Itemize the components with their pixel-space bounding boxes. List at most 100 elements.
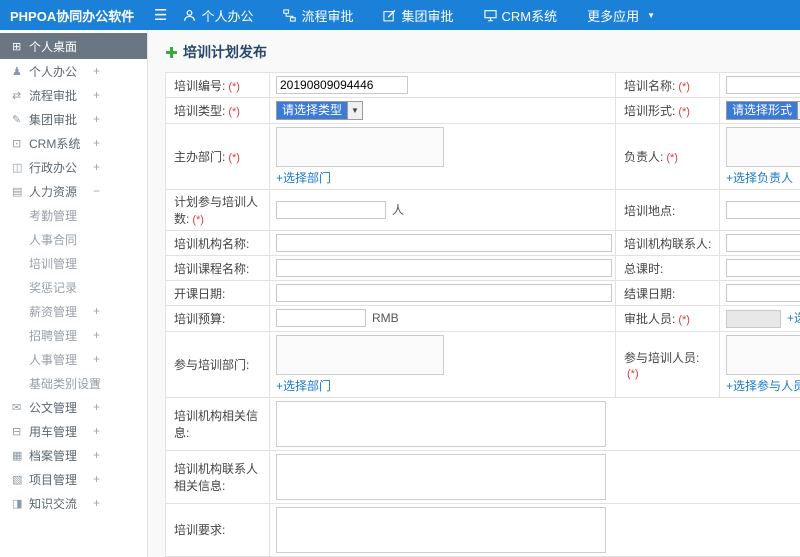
org-contact-input[interactable] — [726, 234, 800, 252]
sidebar-item-group-approval[interactable]: ✎ 集团审批 + — [0, 107, 147, 131]
required-mark: (*) — [228, 106, 240, 118]
org-contact-info-cell — [269, 449, 800, 504]
expand-icon[interactable]: + — [93, 496, 100, 510]
sidebar-item-base-category[interactable]: 基础类别设置 + — [0, 371, 147, 395]
org-contact-cell — [719, 230, 800, 256]
planned-count-cell: 人 — [269, 189, 616, 231]
sidebar-item-label: 个人办公 — [29, 64, 78, 79]
requirements-cell — [269, 502, 800, 557]
sidebar-item-rewards[interactable]: 奖惩记录 — [0, 275, 147, 299]
required-mark: (*) — [666, 152, 678, 164]
sidebar-item-vehicle[interactable]: ⊟ 用车管理 + — [0, 419, 147, 443]
expand-icon[interactable]: + — [93, 112, 100, 126]
host-dept-textarea[interactable] — [276, 127, 444, 167]
sidebar-item-hr[interactable]: ▤ 人力资源 − — [0, 179, 147, 203]
start-date-input[interactable] — [276, 284, 612, 302]
training-name-cell — [719, 72, 800, 98]
sidebar-item-personal-desktop[interactable]: ⊞ 个人桌面 — [0, 33, 147, 59]
expand-icon[interactable]: + — [93, 328, 100, 342]
expand-icon[interactable]: + — [93, 352, 100, 366]
person-icon — [184, 9, 196, 21]
sidebar-item-admin-office[interactable]: ◫ 行政办公 + — [0, 155, 147, 179]
sidebar-item-recruitment[interactable]: 招聘管理 + — [0, 323, 147, 347]
form-row-count-location: 计划参与培训人数: (*) 人 培训地点: — [165, 189, 800, 231]
select-dept-link[interactable]: +选择部门 — [276, 169, 609, 186]
budget-input[interactable] — [276, 309, 366, 328]
collapse-icon[interactable]: − — [93, 184, 100, 198]
org-name-input[interactable] — [276, 234, 612, 252]
expand-icon[interactable]: + — [93, 424, 100, 438]
nav-process-approval[interactable]: 流程审批 — [283, 6, 353, 25]
form-row-join: 参与培训部门: +选择部门 参与培训人员: (*) +选择参与人员 — [165, 330, 800, 398]
budget-label: 培训预算: — [165, 305, 270, 332]
expand-icon[interactable]: + — [93, 136, 100, 150]
expand-icon[interactable]: + — [93, 304, 100, 318]
field-label-text: 培训地点: — [624, 203, 676, 218]
nav-label: 流程审批 — [301, 8, 354, 24]
approver-input[interactable] — [726, 309, 781, 328]
form-row-budget-approver: 培训预算: RMB 审批人员:(*) +选择审批人员 — [165, 305, 800, 332]
requirements-textarea[interactable] — [276, 506, 606, 553]
sidebar-item-project[interactable]: ▧ 项目管理 + — [0, 467, 147, 491]
nav-more-apps[interactable]: 更多应用 ▼ — [587, 6, 655, 25]
nav-personal-office[interactable]: 个人办公 — [183, 6, 253, 25]
sidebar-item-crm[interactable]: ⊡ CRM系统 + — [0, 131, 147, 155]
expand-icon[interactable]: + — [93, 400, 100, 414]
location-input[interactable] — [726, 201, 800, 219]
select-join-dept-link[interactable]: +选择部门 — [276, 377, 609, 394]
sidebar-item-salary[interactable]: 薪资管理 + — [0, 299, 147, 323]
org-info-textarea[interactable] — [276, 400, 606, 447]
book-icon: ▤ — [12, 185, 23, 198]
total-hours-input[interactable] — [726, 259, 800, 277]
approver-cell: +选择审批人员 — [719, 305, 800, 332]
field-label-text: 培训预算: — [174, 311, 226, 326]
expand-icon[interactable]: + — [93, 472, 100, 486]
end-date-input[interactable] — [726, 284, 800, 302]
leader-label: 负责人: (*) — [615, 123, 720, 190]
sidebar-item-hr-contract[interactable]: 人事合同 — [0, 227, 147, 251]
field-label-text: 培训机构联系人: — [624, 236, 712, 251]
leader-textarea[interactable] — [726, 127, 800, 167]
org-contact-info-textarea[interactable] — [276, 453, 606, 500]
approver-label: 审批人员: (*) — [615, 305, 720, 332]
edit-icon — [383, 9, 396, 21]
expand-icon[interactable]: + — [93, 376, 100, 390]
sidebar-item-label: 档案管理 — [29, 448, 78, 463]
sidebar-item-label: 人事管理 — [29, 352, 78, 367]
sidebar-item-process-approval[interactable]: ⇄ 流程审批 + — [0, 83, 147, 107]
expand-icon[interactable]: + — [93, 64, 100, 78]
select-join-people-link[interactable]: +选择参与人员 — [726, 377, 800, 394]
expand-icon[interactable]: + — [93, 160, 100, 174]
sidebar-item-label: 招聘管理 — [29, 328, 78, 343]
planned-count-input[interactable] — [276, 201, 386, 220]
training-number-input[interactable] — [276, 76, 408, 94]
field-label-text: 参与培训部门: — [174, 357, 250, 372]
form-row-number-name: 培训编号:(*) 培训名称:(*) — [165, 72, 800, 98]
sidebar-item-archive[interactable]: ▦ 档案管理 + — [0, 443, 147, 467]
training-type-select[interactable]: 请选择类型 ▼ — [276, 101, 364, 120]
nav-group-approval[interactable]: 集团审批 — [383, 6, 454, 25]
hamburger-menu-icon[interactable]: ☰ — [154, 8, 167, 23]
join-people-textarea[interactable] — [726, 334, 800, 375]
select-leader-link[interactable]: +选择负责人 — [726, 169, 800, 186]
chat-icon: ◨ — [12, 497, 23, 510]
training-name-input[interactable] — [726, 76, 800, 94]
select-approver-link[interactable]: +选择审批人员 — [787, 311, 800, 325]
flow-icon: ⇄ — [12, 89, 22, 102]
sidebar-item-label: 基础类别设置 — [29, 376, 102, 391]
sidebar-item-document[interactable]: ✉ 公文管理 + — [0, 395, 147, 419]
org-info-label: 培训机构相关信息: — [165, 396, 270, 451]
expand-icon[interactable]: + — [93, 88, 100, 102]
sidebar-item-personal-office[interactable]: ♟ 个人办公 + — [0, 59, 147, 83]
course-name-input[interactable] — [276, 259, 612, 277]
join-dept-textarea[interactable] — [276, 334, 444, 375]
sidebar-item-personnel[interactable]: 人事管理 + — [0, 347, 147, 371]
sidebar-item-attendance[interactable]: 考勤管理 — [0, 203, 147, 227]
training-mode-select[interactable]: 请选择形式▼ — [726, 101, 800, 120]
nav-crm-system[interactable]: CRM系统 — [483, 6, 557, 25]
sidebar-item-training[interactable]: 培训管理 — [0, 251, 147, 275]
expand-icon[interactable]: + — [93, 448, 100, 462]
sidebar-item-knowledge[interactable]: ◨ 知识交流 + — [0, 491, 147, 515]
training-name-label: 培训名称: (*) — [615, 72, 720, 98]
project-icon: ▧ — [12, 473, 23, 486]
